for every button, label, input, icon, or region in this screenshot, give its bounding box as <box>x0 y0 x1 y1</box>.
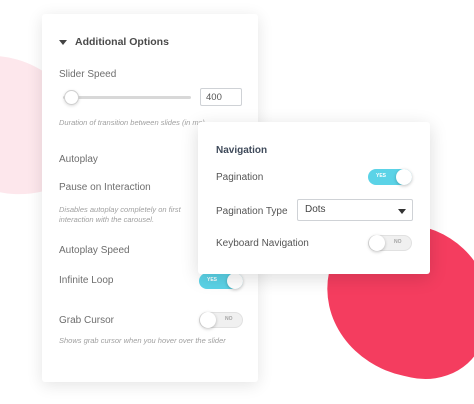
navigation-title: Navigation <box>216 145 268 156</box>
toggle-knob <box>396 169 412 185</box>
slider-speed-track[interactable] <box>63 96 191 99</box>
grab-cursor-toggle[interactable]: NO <box>199 312 243 328</box>
toggle-state-text: YES <box>376 173 387 179</box>
slider-speed-label: Slider Speed <box>59 69 117 80</box>
navigation-panel: Navigation Pagination YES Pagination Typ… <box>198 122 430 274</box>
toggle-knob <box>200 312 216 328</box>
section-title[interactable]: Additional Options <box>75 36 169 48</box>
pagination-type-label: Pagination Type <box>216 206 288 217</box>
chevron-down-icon <box>398 209 406 214</box>
keyboard-navigation-label: Keyboard Navigation <box>216 238 309 249</box>
keyboard-navigation-toggle[interactable]: NO <box>368 235 412 251</box>
pagination-type-value: Dots <box>305 204 326 215</box>
pagination-type-select[interactable]: Dots <box>297 199 413 221</box>
pagination-toggle[interactable]: YES <box>368 169 412 185</box>
slider-speed-thumb[interactable] <box>64 90 79 105</box>
infinite-loop-label: Infinite Loop <box>59 275 114 286</box>
pagination-label: Pagination <box>216 172 264 183</box>
toggle-state-text: YES <box>207 277 218 283</box>
toggle-state-text: NO <box>394 239 402 245</box>
grab-cursor-label: Grab Cursor <box>59 315 115 326</box>
infinite-loop-toggle[interactable]: YES <box>199 273 243 289</box>
autoplay-speed-label: Autoplay Speed <box>59 245 130 256</box>
caret-down-icon[interactable] <box>59 40 67 45</box>
slider-speed-input[interactable]: 400 <box>200 88 242 106</box>
toggle-knob <box>369 235 385 251</box>
grab-cursor-hint: Shows grab cursor when you hover over th… <box>59 336 226 345</box>
toggle-state-text: NO <box>225 316 233 322</box>
pause-on-interaction-hint: Disables autoplay completely on first in… <box>59 205 181 224</box>
autoplay-label: Autoplay <box>59 154 98 165</box>
pause-on-interaction-label: Pause on Interaction <box>59 182 151 193</box>
toggle-knob <box>227 273 243 289</box>
